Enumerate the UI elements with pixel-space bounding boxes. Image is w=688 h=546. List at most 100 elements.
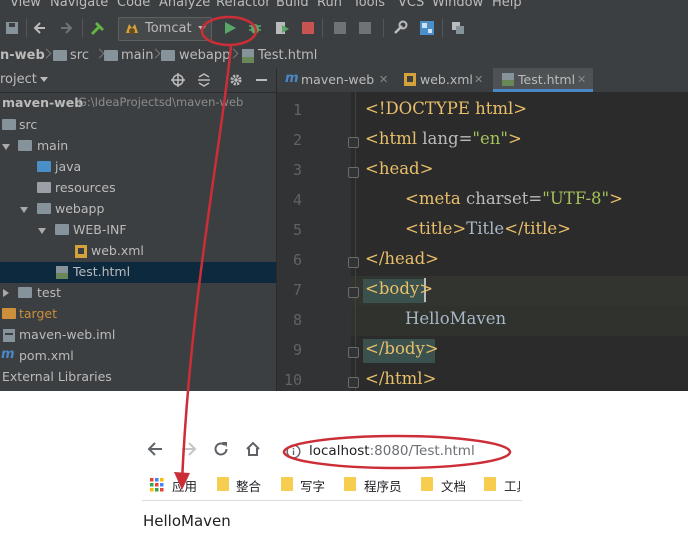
chevron-down-icon[interactable] (40, 77, 48, 82)
run-configuration-selector[interactable]: Tomcat (118, 17, 212, 41)
bookmark-docs[interactable]: 文档 (441, 476, 466, 495)
menu-build[interactable]: Build (276, 0, 309, 10)
bookmark-zhenghe[interactable]: 整合 (236, 476, 261, 495)
tree-item-resources[interactable]: resources (0, 178, 276, 199)
breadcrumb-project[interactable]: n-web (0, 48, 45, 63)
tab-maven-web[interactable]: m maven-web ✕ (277, 68, 393, 92)
gear-icon[interactable] (228, 72, 244, 92)
save-all-icon[interactable] (2, 18, 22, 38)
tree-item-label: webapp (55, 201, 105, 216)
menu-help[interactable]: Help (492, 0, 522, 10)
chevron-down-icon[interactable] (20, 207, 28, 213)
tree-item-web-inf[interactable]: WEB-INF (0, 220, 276, 241)
tree-item-pom[interactable]: m pom.xml (0, 346, 276, 367)
chevron-down-icon[interactable] (38, 228, 46, 234)
tree-item-external-libraries[interactable]: External Libraries (0, 367, 276, 388)
close-icon[interactable]: ✕ (379, 73, 388, 86)
home-icon[interactable] (244, 440, 262, 463)
tree-item-test-html[interactable]: Test.html (0, 262, 276, 283)
code-string: "UTF-8" (542, 189, 610, 208)
forward-arrow-icon[interactable] (180, 440, 198, 463)
tree-item-webapp[interactable]: webapp (0, 199, 276, 220)
forward-icon[interactable] (56, 18, 76, 38)
reload-icon[interactable] (212, 440, 230, 463)
project-panel-title[interactable]: roject (0, 72, 37, 87)
back-arrow-icon[interactable] (146, 440, 164, 463)
web-folder-icon (37, 203, 51, 214)
line-number: 1 (292, 101, 302, 119)
menu-window[interactable]: Window (432, 0, 483, 10)
bookmark-apps[interactable]: 应用 (172, 476, 197, 495)
intellij-window: View Navigate Code Analyze Refactor Buil… (0, 0, 688, 391)
settings-wrench-icon[interactable] (390, 18, 410, 38)
collapse-all-icon[interactable] (196, 72, 212, 92)
menu-view[interactable]: View (10, 0, 41, 10)
run-icon[interactable] (220, 18, 240, 38)
line-number: 2 (292, 131, 302, 149)
fold-icon[interactable] (348, 347, 359, 358)
fold-icon[interactable] (348, 257, 359, 268)
maven-m-icon: m (285, 71, 299, 86)
menu-navigate[interactable]: Navigate (50, 0, 108, 10)
apps-grid-icon[interactable] (150, 477, 164, 496)
bookmark-tools[interactable]: 工具 (504, 476, 520, 495)
tree-item-label: main (37, 138, 69, 153)
fold-icon[interactable] (348, 287, 359, 298)
tab-test-html[interactable]: Test.html ✕ (493, 68, 593, 92)
menu-run[interactable]: Run (317, 0, 342, 10)
url-host: localhost (309, 443, 370, 459)
back-icon[interactable] (30, 18, 50, 38)
tree-item-label: resources (55, 180, 116, 195)
code-text: Title (466, 219, 505, 238)
fold-icon[interactable] (348, 377, 359, 388)
menu-analyze[interactable]: Analyze (159, 0, 210, 10)
chevron-right-icon[interactable] (3, 289, 9, 297)
vcs-update-icon[interactable] (330, 18, 350, 38)
breadcrumb-webapp[interactable]: webapp (179, 48, 230, 63)
debug-icon[interactable] (245, 18, 265, 38)
code-tag: > (609, 189, 623, 208)
close-icon[interactable]: ✕ (474, 73, 483, 86)
bookmark-folder-icon (421, 477, 433, 491)
info-icon (286, 444, 301, 463)
code-line-7: <body> (365, 279, 433, 298)
tree-item-web-xml[interactable]: web.xml (0, 241, 276, 262)
tree-item-java[interactable]: java (0, 157, 276, 178)
sdk-icon[interactable] (448, 18, 468, 38)
menu-tools[interactable]: Tools (353, 0, 385, 10)
line-number: 8 (292, 311, 302, 329)
tree-item-main[interactable]: main (0, 136, 276, 157)
hide-panel-icon[interactable] (256, 79, 267, 81)
tab-web-xml[interactable]: web.xml ✕ (395, 68, 491, 92)
menu-vcs[interactable]: VCS (398, 0, 424, 10)
scroll-from-source-icon[interactable] (170, 72, 186, 92)
bookmark-programmer[interactable]: 程序员 (364, 476, 402, 495)
xml-file-icon (403, 72, 417, 91)
tree-item-iml[interactable]: maven-web.iml (0, 325, 276, 346)
menu-code[interactable]: Code (117, 0, 150, 10)
menu-refactor[interactable]: Refactor (216, 0, 271, 10)
breadcrumb-main[interactable]: main (121, 48, 153, 63)
stop-icon[interactable] (298, 18, 318, 38)
breadcrumb-file[interactable]: Test.html (258, 48, 317, 63)
bookmark-xiezi[interactable]: 写字 (300, 476, 325, 495)
omnibox[interactable]: localhost:8080/Test.html (276, 437, 522, 467)
vcs-commit-icon[interactable] (355, 18, 375, 38)
tree-item-test[interactable]: test (0, 283, 276, 304)
tree-item-label: target (19, 306, 58, 321)
build-hammer-icon[interactable] (88, 18, 108, 38)
code-tag: <head> (365, 159, 434, 178)
fold-icon[interactable] (348, 167, 359, 178)
folder-icon (55, 224, 69, 235)
tree-item-target[interactable]: target (0, 304, 276, 325)
close-icon[interactable]: ✕ (577, 73, 586, 86)
fold-icon[interactable] (348, 137, 359, 148)
bookmark-folder-icon (484, 477, 496, 491)
chevron-down-icon[interactable] (2, 144, 10, 150)
breadcrumb-src[interactable]: src (70, 48, 89, 63)
tree-item-maven-web[interactable]: maven-web G:\IdeaProjectsd\maven-web (0, 93, 276, 114)
coverage-icon[interactable] (272, 18, 292, 38)
tree-item-src[interactable]: src (0, 115, 276, 136)
tree-item-path: G:\IdeaProjectsd\maven-web (78, 95, 244, 109)
project-structure-icon[interactable] (417, 18, 437, 38)
